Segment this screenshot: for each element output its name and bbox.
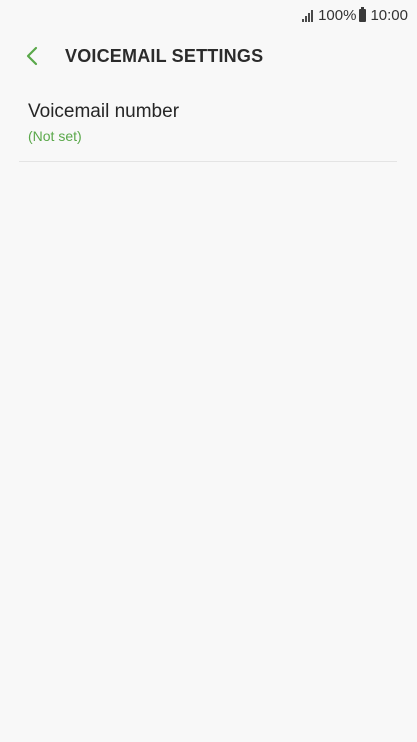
app-bar: VOICEMAIL SETTINGS [0, 34, 417, 78]
battery-icon [359, 6, 367, 22]
chevron-left-icon [26, 46, 38, 66]
status-indicators: 100% 10:00 [302, 6, 408, 24]
voicemail-number-item[interactable]: Voicemail number (Not set) [19, 90, 397, 162]
battery-percent: 100% [318, 6, 357, 24]
clock: 10:00 [370, 6, 408, 24]
back-button[interactable] [18, 42, 46, 70]
page-title: VOICEMAIL SETTINGS [65, 46, 264, 66]
voicemail-number-value: (Not set) [28, 128, 82, 144]
status-bar: 100% 10:00 [0, 0, 417, 30]
signal-icon [302, 9, 314, 22]
voicemail-number-label: Voicemail number [28, 101, 180, 122]
